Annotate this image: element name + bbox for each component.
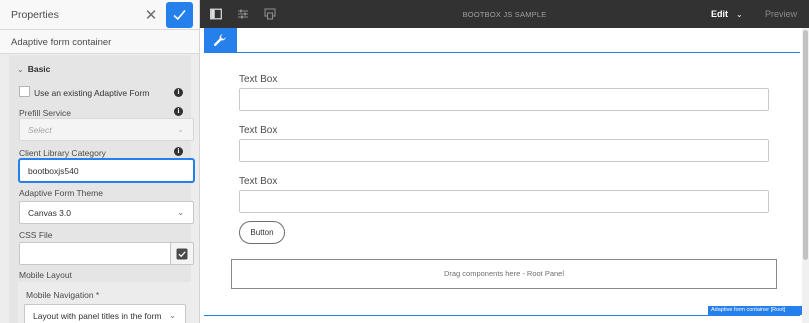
mobile-layout-group: Mobile Navigation * Layout with panel ti…	[18, 282, 191, 323]
text-box-label: Text Box	[239, 74, 278, 85]
text-box-input[interactable]	[239, 190, 769, 213]
container-top-border	[204, 52, 800, 53]
component-title-bar: Adaptive form container	[0, 30, 199, 54]
selected-component-badge[interactable]: Adaptive form container [Root]	[708, 306, 804, 315]
mobile-navigation-label: Mobile Navigation *	[26, 290, 100, 300]
info-icon[interactable]: i	[174, 107, 183, 116]
adaptive-form-theme-select[interactable]: Canvas 3.0 ⌄	[19, 201, 194, 224]
wrench-icon	[213, 34, 226, 46]
container-bottom-border	[204, 315, 800, 316]
editor-canvas: Text Box Text Box Text Box Button Drag c…	[200, 28, 809, 323]
component-name: Adaptive form container	[11, 37, 112, 48]
properties-form: ⌄ Basic Use an existing Adaptive Form i P…	[9, 55, 194, 323]
properties-header: Properties ✕	[0, 0, 199, 30]
properties-panel: Properties ✕ Adaptive form container ⌄ Ba…	[0, 0, 200, 323]
prefill-service-placeholder: Select	[28, 125, 52, 135]
scrollbar-thumb[interactable]	[803, 30, 808, 260]
text-box-input[interactable]	[239, 139, 769, 162]
adaptive-form-theme-label: Adaptive Form Theme	[19, 188, 103, 198]
client-library-category-value: bootboxjs540	[28, 166, 79, 176]
css-file-input[interactable]	[19, 242, 171, 265]
info-icon[interactable]: i	[174, 147, 183, 156]
chevron-down-icon: ⌄	[177, 125, 184, 134]
mode-label: Edit	[711, 9, 728, 19]
mobile-navigation-select[interactable]: Layout with panel titles in the form he.…	[24, 304, 186, 323]
chevron-down-icon: ⌄	[177, 208, 184, 217]
basic-section-label: Basic	[27, 64, 51, 74]
use-existing-form-checkbox[interactable]	[19, 86, 30, 97]
mobile-navigation-value: Layout with panel titles in the form he.…	[33, 311, 162, 323]
root-panel-drop-zone[interactable]: Drag components here - Root Panel	[231, 259, 777, 289]
checkmark-icon	[173, 9, 186, 21]
client-library-category-label: Client Library Category	[19, 148, 106, 158]
info-icon[interactable]: i	[174, 88, 183, 97]
confirm-button[interactable]	[166, 2, 193, 28]
prefill-service-label: Prefill Service	[19, 108, 71, 118]
use-existing-form-label: Use an existing Adaptive Form	[34, 88, 150, 98]
form-button[interactable]: Button	[239, 221, 285, 244]
chevron-down-icon: ⌄	[169, 311, 176, 320]
configure-tab[interactable]	[204, 28, 237, 52]
basic-section-toggle[interactable]: ⌄ Basic	[17, 64, 50, 74]
canvas-scrollbar[interactable]	[802, 28, 809, 323]
checkbox-icon	[176, 248, 188, 260]
chevron-down-icon: ⌄	[17, 65, 24, 74]
mobile-layout-label: Mobile Layout	[19, 270, 72, 280]
mode-dropdown[interactable]: Edit ⌄	[711, 9, 743, 19]
editor-toolbar: BOOTBOX JS SAMPLE Edit ⌄ Preview	[200, 0, 809, 28]
adaptive-form-theme-value: Canvas 3.0	[28, 208, 71, 218]
preview-button[interactable]: Preview	[765, 9, 797, 19]
text-box-input[interactable]	[239, 88, 769, 111]
properties-title: Properties	[11, 9, 59, 21]
prefill-service-select[interactable]: Select ⌄	[19, 118, 194, 141]
css-file-label: CSS File	[19, 230, 53, 240]
chevron-down-icon: ⌄	[736, 10, 743, 19]
css-file-browse-button[interactable]	[171, 242, 194, 265]
close-icon[interactable]: ✕	[140, 4, 162, 26]
client-library-category-input[interactable]: bootboxjs540	[19, 159, 194, 182]
text-box-label: Text Box	[239, 125, 278, 136]
text-box-label: Text Box	[239, 176, 278, 187]
